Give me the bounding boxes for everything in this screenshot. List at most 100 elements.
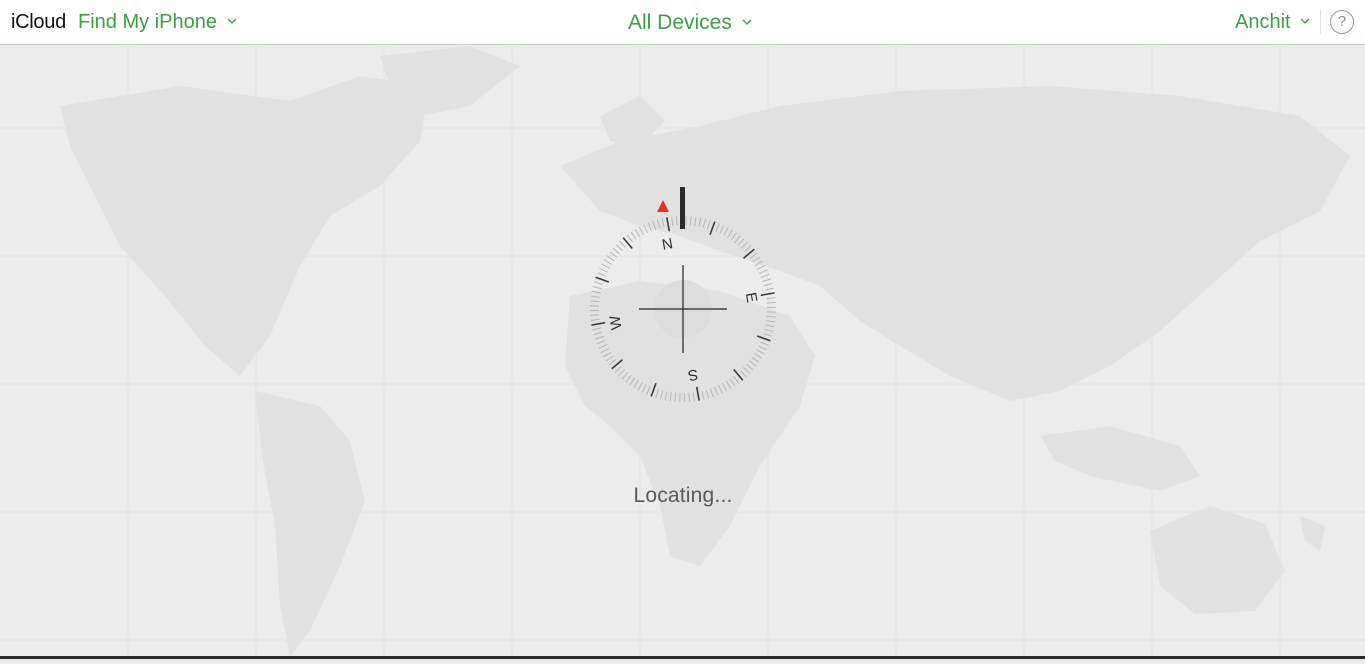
compass-major-tick: [596, 277, 609, 282]
compass-minor-tick: [622, 372, 628, 379]
compass-minor-tick: [757, 265, 765, 269]
compass-minor-tick: [758, 346, 766, 350]
compass-minor-tick: [648, 223, 651, 231]
compass-minor-tick: [755, 261, 763, 266]
compass-minor-tick: [699, 218, 701, 227]
compass-minor-tick: [606, 356, 613, 361]
compass-minor-tick: [613, 248, 620, 254]
compass-minor-tick: [763, 334, 772, 337]
compass-minor-tick: [746, 364, 753, 370]
compass-minor-tick: [607, 256, 614, 261]
compass-minor-tick: [599, 268, 607, 272]
help-button[interactable]: ?: [1330, 10, 1354, 34]
compass-minor-tick: [597, 340, 605, 343]
compass-minor-tick: [766, 298, 775, 299]
compass-minor-tick: [656, 389, 659, 398]
compass-minor-tick: [708, 220, 711, 229]
compass-minor-tick: [767, 316, 776, 317]
icloud-brand[interactable]: iCloud: [11, 11, 66, 34]
compass-minor-tick: [620, 241, 626, 248]
top-bar: iCloud Find My iPhone All Devices Anchit…: [0, 0, 1365, 45]
compass-minor-tick: [616, 244, 622, 250]
compass-major-tick: [697, 387, 699, 401]
compass-minor-tick: [734, 376, 739, 383]
compass-minor-tick: [653, 221, 656, 230]
compass-minor-tick: [743, 367, 749, 373]
devices-label: All Devices: [628, 11, 732, 34]
compass-minor-tick: [670, 392, 671, 401]
compass-minor-tick: [601, 348, 609, 352]
compass-minor-tick: [677, 216, 678, 225]
compass-minor-tick: [730, 379, 735, 386]
compass-minor-tick: [756, 350, 764, 354]
compass-minor-tick: [750, 253, 757, 258]
chevron-down-icon: [227, 18, 237, 24]
compass-minor-tick: [753, 257, 760, 262]
compass-major-tick: [667, 217, 669, 231]
compass-minor-tick: [594, 282, 603, 285]
compass-minor-tick: [627, 235, 632, 242]
compass-minor-tick: [672, 217, 673, 226]
compass-minor-tick: [744, 246, 751, 252]
compass-minor-tick: [695, 217, 696, 226]
compass-minor-tick: [714, 387, 717, 395]
compass-major-tick: [761, 293, 775, 295]
compass-minor-tick: [675, 393, 676, 402]
app-switcher-menu[interactable]: Find My iPhone: [78, 11, 237, 34]
compass-minor-tick: [609, 360, 616, 365]
compass-minor-tick: [740, 370, 746, 377]
user-name-label: Anchit: [1235, 11, 1291, 33]
compass-major-tick: [651, 383, 656, 396]
compass-minor-tick: [749, 361, 756, 367]
help-icon: ?: [1338, 13, 1346, 30]
compass-minor-tick: [706, 390, 708, 399]
compass-minor-tick: [765, 288, 774, 290]
compass-minor-tick: [638, 382, 642, 390]
compass-minor-tick: [618, 369, 624, 375]
compass-minor-tick: [591, 319, 600, 320]
locating-status: Locating...: [583, 484, 783, 508]
compass-minor-tick: [657, 220, 659, 229]
compass-minor-tick: [644, 225, 648, 233]
compass-minor-tick: [764, 283, 773, 285]
compass-minor-tick: [724, 228, 728, 236]
compass-minor-tick: [647, 386, 651, 394]
heading-indicator: [680, 187, 685, 229]
compass-minor-tick: [689, 393, 690, 402]
chevron-down-icon: [742, 19, 752, 25]
compass-minor-tick: [710, 388, 713, 397]
world-map[interactable]: Locating...: [0, 46, 1365, 659]
compass-minor-tick: [765, 329, 774, 331]
compass-minor-tick: [762, 279, 771, 282]
compass-minor-tick: [754, 354, 762, 359]
compass-minor-tick: [630, 378, 635, 385]
all-devices-menu[interactable]: All Devices: [628, 11, 752, 35]
compass-minor-tick: [693, 392, 694, 401]
compass-minor-tick: [731, 233, 736, 240]
compass-minor-tick: [690, 216, 691, 225]
user-account-menu[interactable]: Anchit: [1235, 11, 1310, 34]
compass-minor-tick: [635, 229, 640, 237]
compass-minor-tick: [591, 296, 600, 297]
compass-minor-tick: [610, 252, 617, 258]
compass-minor-tick: [702, 391, 704, 400]
compass-major-tick: [757, 336, 770, 341]
compass-minor-tick: [665, 391, 667, 400]
compass-minor-tick: [766, 321, 775, 322]
app-name-label: Find My iPhone: [78, 11, 217, 33]
compass-minor-tick: [590, 315, 599, 316]
compass-minor-tick: [595, 336, 604, 339]
compass-minor-tick: [716, 223, 720, 231]
compass-minor-tick: [603, 352, 611, 357]
compass-minor-tick: [602, 264, 610, 268]
compass-minor-tick: [642, 384, 646, 392]
compass-minor-tick: [761, 274, 769, 277]
compass-minor-tick: [767, 303, 776, 304]
compass-minor-tick: [752, 357, 759, 362]
compass-minor-tick: [765, 325, 774, 327]
compass-minor-tick: [592, 328, 601, 330]
compass-minor-tick: [604, 260, 612, 265]
compass-minor-tick: [594, 332, 603, 334]
compass-minor-tick: [661, 391, 663, 400]
compass-minor-tick: [597, 273, 605, 277]
